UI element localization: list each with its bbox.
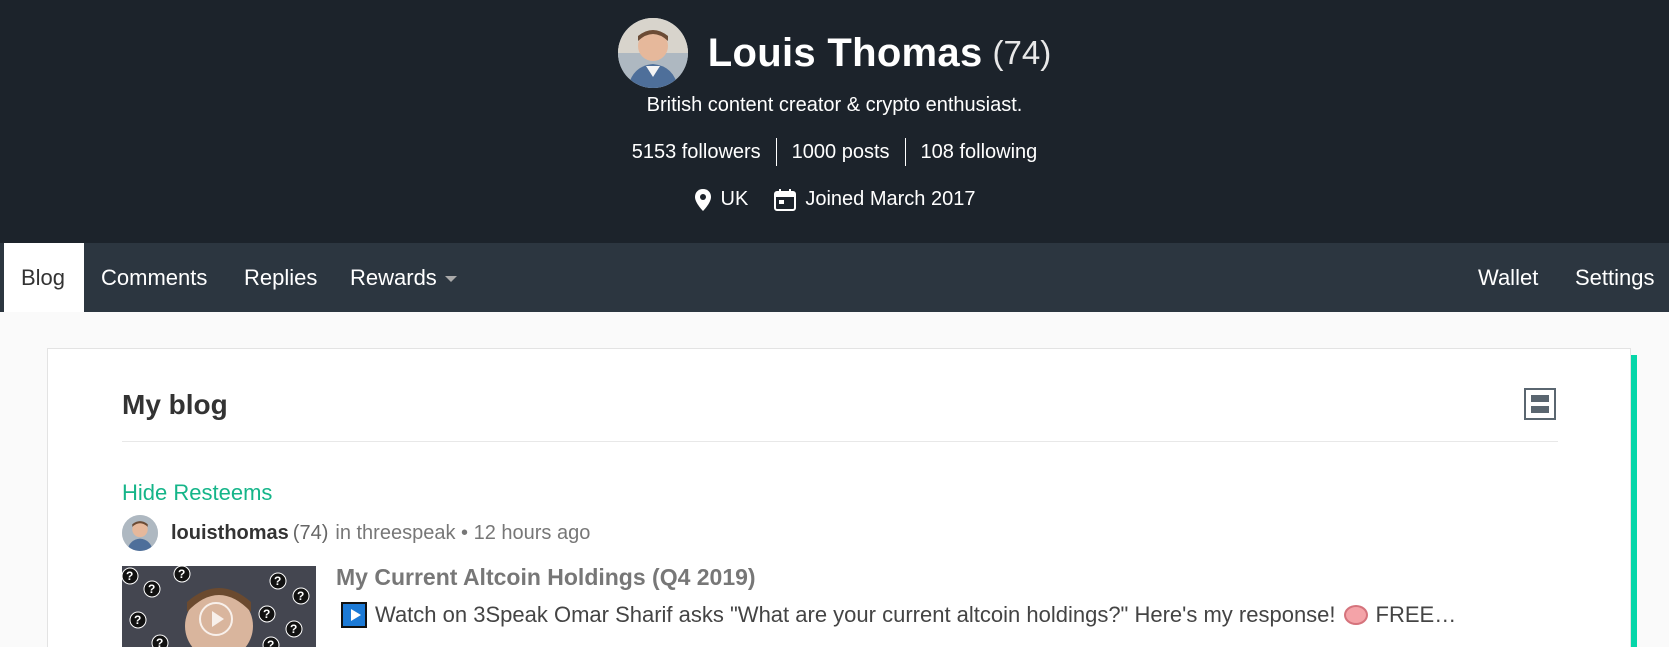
svg-text:?: ? [267, 638, 274, 647]
location-pin-icon [694, 188, 711, 211]
svg-text:?: ? [134, 613, 141, 627]
svg-text:?: ? [263, 607, 270, 621]
post-excerpt: Watch on 3Speak Omar Sharif asks "What a… [341, 602, 1456, 628]
post-excerpt-text: Watch on 3Speak Omar Sharif asks "What a… [375, 602, 1336, 627]
tab-replies[interactable]: Replies [227, 243, 334, 312]
post-excerpt-end: FREE… [1375, 602, 1457, 627]
post-author-avatar[interactable] [122, 515, 158, 551]
tab-rewards[interactable]: Rewards [333, 243, 474, 312]
following-count[interactable]: 108 following [904, 138, 1053, 166]
svg-text:?: ? [297, 589, 304, 603]
post-thumbnail[interactable]: ??? ??? ??? ? [122, 566, 316, 647]
joined-date: Joined March 2017 [774, 188, 975, 211]
svg-text:?: ? [178, 567, 185, 581]
layout-bar-bottom [1531, 406, 1549, 413]
play-button-icon [341, 602, 367, 628]
author-portrait-icon [122, 515, 158, 551]
brain-emoji-icon [1343, 605, 1368, 625]
post-author-name[interactable]: louisthomas [171, 522, 289, 545]
profile-header: Louis Thomas (74) British content creato… [0, 0, 1669, 243]
tab-wallet[interactable]: Wallet [1461, 243, 1555, 312]
svg-text:?: ? [290, 622, 297, 636]
profile-title-row: Louis Thomas (74) [0, 18, 1669, 88]
followers-count[interactable]: 5153 followers [617, 138, 776, 166]
location: UK [694, 188, 749, 211]
card-accent-bar [1630, 355, 1637, 647]
posts-count: 1000 posts [775, 138, 905, 166]
profile-tabs: Blog Comments Replies Rewards Wallet Set… [0, 243, 1669, 312]
location-text: UK [720, 188, 749, 210]
post-context: in threespeak • 12 hours ago [335, 521, 591, 544]
profile-avatar[interactable] [617, 18, 688, 88]
layout-toggle-icon[interactable] [1524, 388, 1556, 420]
tab-comments[interactable]: Comments [84, 243, 224, 312]
post-title[interactable]: My Current Altcoin Holdings (Q4 2019) [336, 564, 756, 591]
avatar-portrait-icon [617, 18, 688, 88]
hide-resteems-link[interactable]: Hide Resteems [122, 480, 272, 506]
profile-reputation: (74) [992, 34, 1052, 71]
post-author-reputation: (74) [292, 521, 329, 544]
profile-meta: UK Joined March 2017 [0, 188, 1669, 211]
svg-text:?: ? [126, 569, 133, 583]
video-thumbnail-image: ??? ??? ??? ? [122, 566, 316, 647]
joined-text: Joined March 2017 [805, 188, 976, 210]
profile-stats: 5153 followers 1000 posts 108 following [0, 138, 1669, 166]
post-author-row: louisthomas (74) in threespeak • 12 hour… [122, 515, 590, 551]
svg-text:?: ? [156, 636, 163, 647]
calendar-icon [774, 188, 797, 211]
layout-bar-top [1531, 395, 1549, 402]
tab-blog[interactable]: Blog [4, 243, 84, 312]
profile-about: British content creator & crypto enthusi… [646, 94, 1023, 116]
title-divider [122, 441, 1558, 442]
page-title: My blog [122, 389, 228, 420]
tab-rewards-label: Rewards [350, 265, 437, 290]
tab-settings[interactable]: Settings [1558, 243, 1669, 312]
profile-name: Louis Thomas [707, 30, 983, 75]
blog-card: My blog Hide Resteems louisthomas (74) i… [47, 348, 1631, 647]
svg-text:?: ? [274, 574, 281, 588]
chevron-down-icon [444, 276, 457, 283]
svg-text:?: ? [148, 582, 155, 596]
